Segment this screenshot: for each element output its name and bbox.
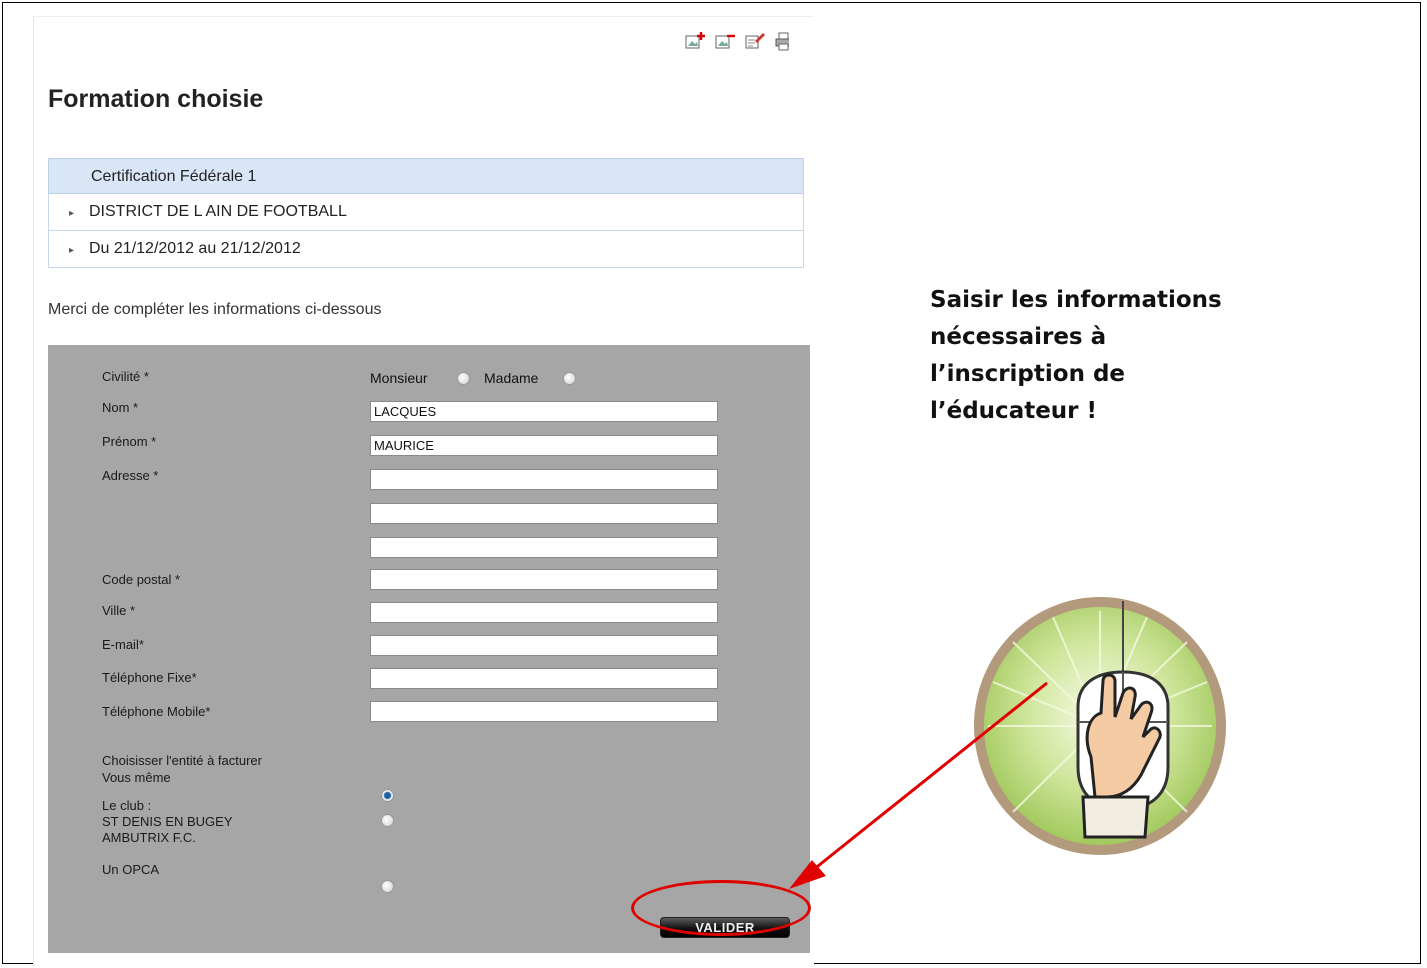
nom-label: Nom * bbox=[102, 400, 139, 415]
valider-highlight-ring bbox=[631, 880, 811, 936]
remove-image-icon[interactable] bbox=[715, 31, 737, 51]
callout-line-2: nécessaires à bbox=[930, 324, 1107, 350]
billing-opca-label: Un OPCA bbox=[102, 862, 160, 877]
billing-self-label: Vous même bbox=[102, 770, 171, 785]
billing-club-radio[interactable] bbox=[381, 814, 394, 827]
billing-club-label-2: ST DENIS EN BUGEY bbox=[102, 814, 233, 829]
tel-fixe-label: Téléphone Fixe* bbox=[102, 670, 197, 685]
page-title: Formation choisie bbox=[48, 85, 264, 113]
form-instructions: Merci de compléter les informations ci-d… bbox=[48, 301, 382, 318]
add-image-icon[interactable] bbox=[685, 31, 707, 51]
ville-label: Ville * bbox=[102, 603, 136, 618]
civility-label: Civilité * bbox=[102, 369, 149, 384]
print-icon[interactable] bbox=[775, 31, 789, 51]
toolbar bbox=[685, 31, 825, 55]
ville-input[interactable] bbox=[370, 602, 718, 623]
prenom-label: Prénom * bbox=[102, 434, 157, 449]
annotation-callout: Saisir les informations nécessaires à l’… bbox=[930, 282, 1350, 430]
bullet-icon: ▸ bbox=[69, 245, 75, 256]
bullet-icon: ▸ bbox=[69, 208, 75, 219]
adresse-label: Adresse * bbox=[102, 468, 159, 483]
civility-monsieur-label: Monsieur bbox=[370, 370, 428, 386]
mouse-click-icon bbox=[974, 597, 1226, 855]
billing-club-label-3: AMBUTRIX F.C. bbox=[102, 830, 196, 845]
formation-organizer-row: ▸ DISTRICT DE L AIN DE FOOTBALL bbox=[48, 194, 804, 231]
billing-opca-radio[interactable] bbox=[381, 880, 394, 893]
adresse-input-1[interactable] bbox=[370, 469, 718, 490]
prenom-input[interactable]: MAURICE bbox=[370, 435, 718, 456]
billing-club-label-1: Le club : bbox=[102, 798, 152, 813]
tel-fixe-input[interactable] bbox=[370, 668, 718, 689]
email-input[interactable] bbox=[370, 635, 718, 656]
civility-madame-label: Madame bbox=[484, 370, 539, 386]
formation-dates-row: ▸ Du 21/12/2012 au 21/12/2012 bbox=[48, 231, 804, 268]
formation-name: Certification Fédérale 1 bbox=[48, 158, 804, 194]
nom-input[interactable]: LACQUES bbox=[370, 401, 718, 422]
formation-dates: Du 21/12/2012 au 21/12/2012 bbox=[89, 240, 301, 257]
adresse-input-2[interactable] bbox=[370, 503, 718, 524]
formation-summary: Certification Fédérale 1 ▸ DISTRICT DE L … bbox=[48, 158, 804, 268]
code-postal-label: Code postal * bbox=[102, 572, 181, 587]
code-postal-input[interactable] bbox=[370, 569, 718, 590]
edit-icon[interactable] bbox=[745, 31, 767, 51]
civility-monsieur-radio[interactable] bbox=[457, 372, 470, 385]
billing-self-radio[interactable] bbox=[381, 789, 394, 802]
registration-page: Formation choisie Certification Fédérale… bbox=[33, 16, 814, 967]
adresse-input-3[interactable] bbox=[370, 537, 718, 558]
email-label: E-mail* bbox=[102, 637, 144, 652]
callout-line-3: l’inscription de bbox=[930, 361, 1126, 387]
billing-heading: Choisisser l'entité à facturer bbox=[102, 753, 262, 768]
callout-line-1: Saisir les informations bbox=[930, 287, 1222, 313]
tel-mobile-label: Téléphone Mobile* bbox=[102, 704, 211, 719]
tel-mobile-input[interactable] bbox=[370, 701, 718, 722]
formation-organizer: DISTRICT DE L AIN DE FOOTBALL bbox=[89, 203, 347, 220]
civility-madame-radio[interactable] bbox=[563, 372, 576, 385]
registration-form: Civilité * Monsieur Madame Nom * LACQUES… bbox=[48, 345, 810, 953]
callout-line-4: l’éducateur ! bbox=[930, 398, 1098, 424]
